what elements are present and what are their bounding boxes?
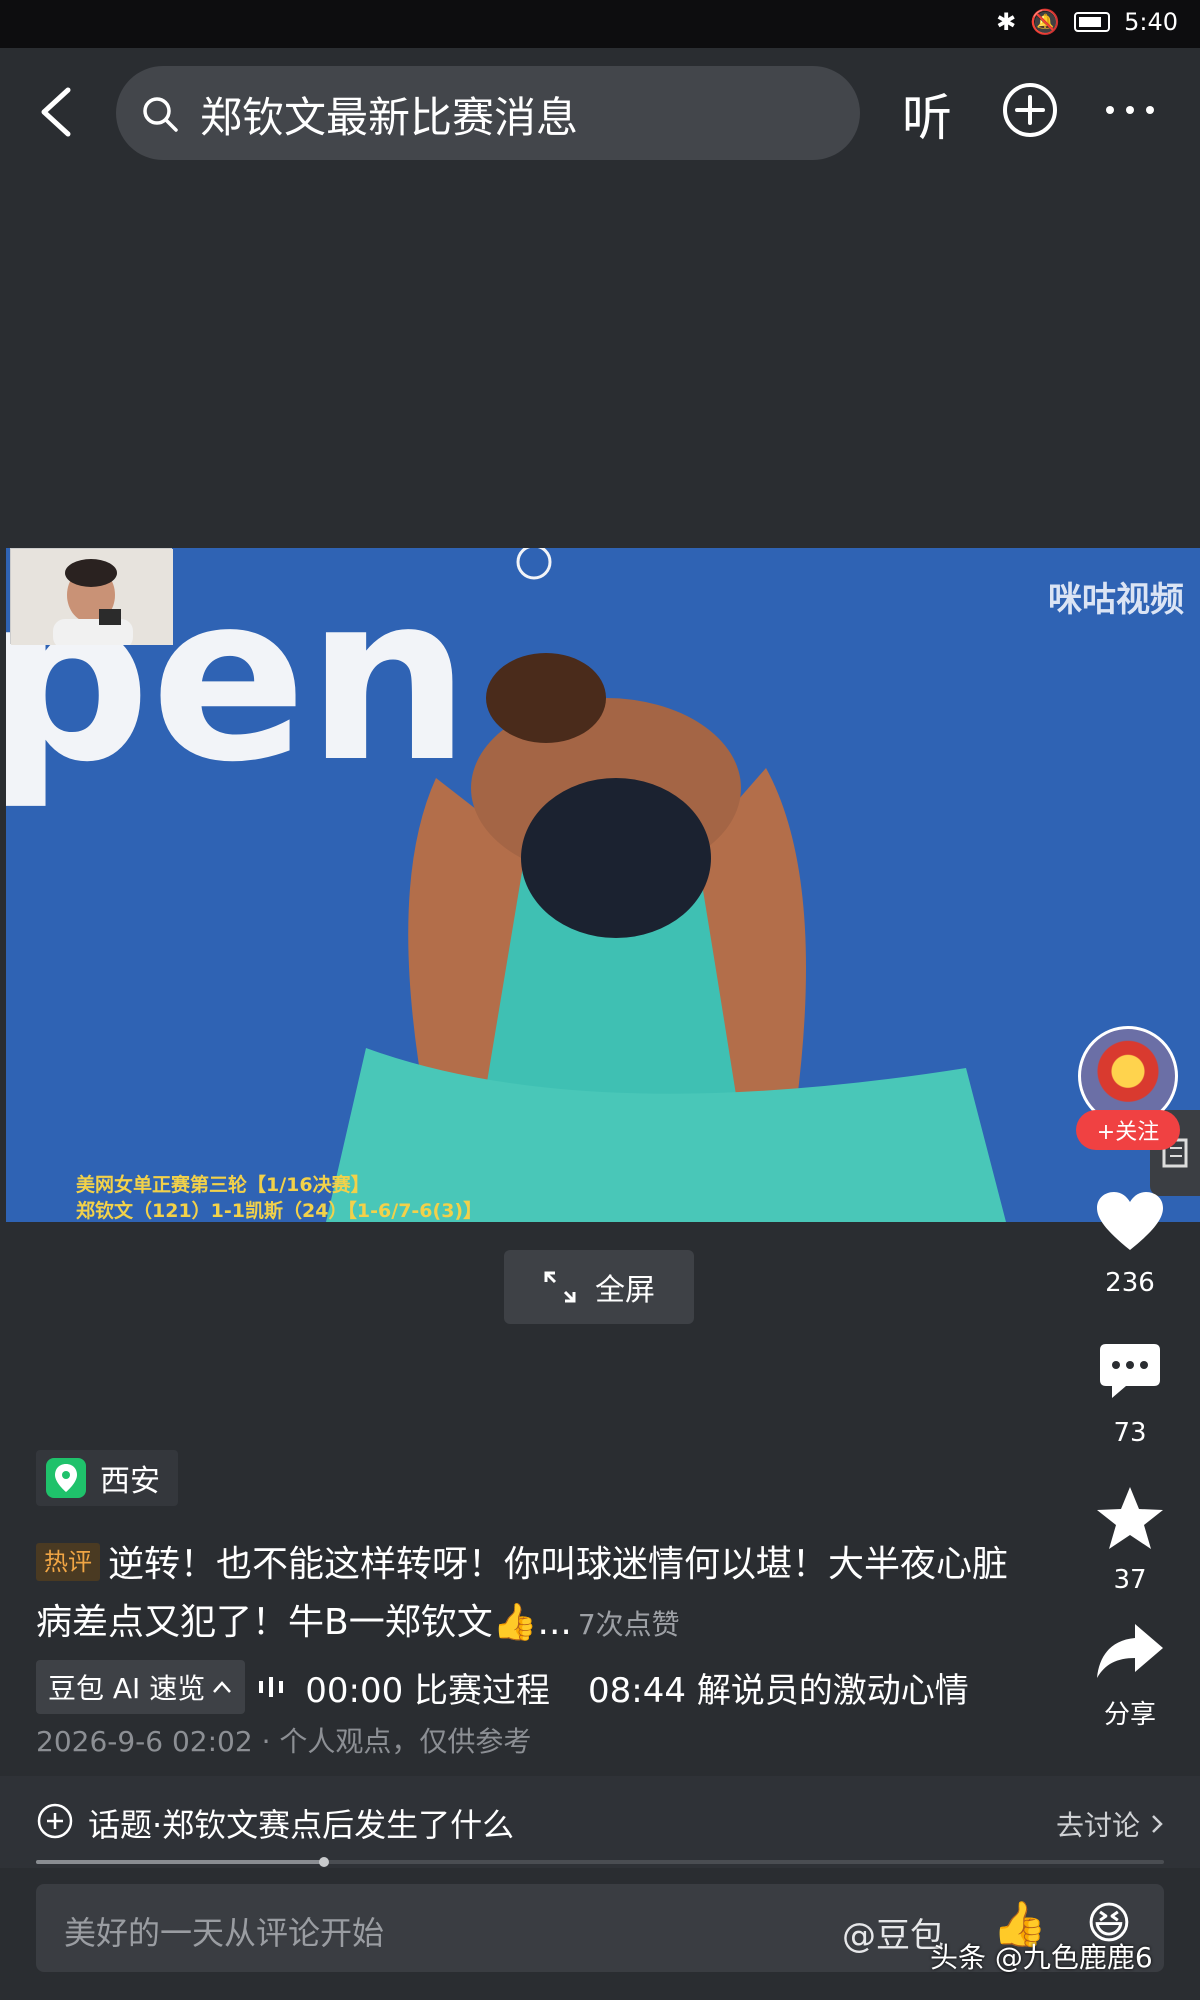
location-name: 西安 [100, 1464, 160, 1499]
top-bar: 郑钦文最新比赛消息 听 [0, 48, 1200, 176]
status-bar: ✱ 🔕 5:40 [0, 0, 1200, 48]
chevron-right-icon [1152, 1815, 1163, 1833]
status-icons: ✱ 🔕 5:40 [996, 8, 1178, 36]
ai-summary-toggle[interactable]: 豆包 AI 速览 [36, 1660, 246, 1714]
chevron-up-icon [213, 1681, 232, 1693]
ai-summary-row: 豆包 AI 速览 00:00 比赛过程 08:44 解说员的激动心情 [36, 1660, 1007, 1714]
hot-comment-tag: 热评 [36, 1543, 100, 1581]
video-watermark: 咪咕视频 [1048, 580, 1184, 620]
hot-comment[interactable]: 热评 逆转！也不能这样转呀！你叫球迷情何以堪！大半夜心脏病差点又犯了！牛B一郑钦文… [36, 1536, 1016, 1654]
location-tag[interactable]: 西安 [36, 1450, 178, 1506]
like-count: 236 [1105, 1268, 1155, 1298]
follow-button[interactable]: +关注 [1076, 1110, 1180, 1150]
share-icon [1097, 1624, 1163, 1678]
hot-comment-likes: 7次点赞 [577, 1608, 680, 1641]
discuss-link-label: 去讨论 [1055, 1809, 1140, 1842]
source-credit: 头条 @九色鹿鹿6 [930, 1941, 1153, 1974]
score-caption-line2: 郑钦文（121）1-1凯斯（24）【1-6/7-6(3)】 [76, 1200, 483, 1222]
status-time: 5:40 [1124, 8, 1178, 36]
comment-icon [1100, 1344, 1160, 1398]
fullscreen-button[interactable]: 全屏 [504, 1250, 694, 1324]
discuss-link[interactable]: 去讨论 [1056, 1804, 1164, 1844]
more-icon[interactable] [1102, 88, 1158, 132]
picture-in-picture [10, 548, 173, 649]
post-meta: 2026-9-6 02:02 · 个人观点，仅供参考 [36, 1725, 532, 1758]
search-query: 郑钦文最新比赛消息 [200, 93, 579, 142]
fullscreen-label: 全屏 [595, 1273, 655, 1308]
expand-icon [544, 1271, 576, 1303]
topic-bar[interactable]: 话题·郑钦文赛点后发生了什么 去讨论 [0, 1776, 1200, 1868]
topic-title: 话题·郑钦文赛点后发生了什么 [88, 1806, 515, 1844]
audio-wave-icon [259, 1677, 284, 1697]
progress-fill [36, 1860, 324, 1864]
share-button[interactable]: 分享 [1070, 1620, 1190, 1731]
chapter-2[interactable]: 08:44 解说员的激动心情 [588, 1663, 969, 1712]
video-player[interactable]: pen 咪咕视频 美网女单正赛第三轮【1/16决赛】 郑钦文（121）1-1凯斯… [6, 548, 1200, 1222]
battery-icon [1074, 12, 1111, 32]
playback-progress[interactable] [36, 1857, 1164, 1867]
mention-doubao-button[interactable]: @豆包 [842, 1908, 944, 1957]
search-icon [143, 97, 178, 132]
star-icon [1097, 1487, 1163, 1549]
ai-summary-label: 豆包 AI 速览 [48, 1672, 206, 1705]
topic-plus-icon [37, 1803, 73, 1839]
progress-handle[interactable] [318, 1857, 329, 1867]
comment-count: 73 [1113, 1418, 1147, 1448]
listen-button[interactable]: 听 [902, 78, 952, 150]
heart-icon [1097, 1192, 1163, 1250]
comment-placeholder: 美好的一天从评论开始 [64, 1914, 385, 1952]
back-icon[interactable] [30, 82, 90, 142]
bluetooth-icon: ✱ [996, 8, 1017, 36]
score-caption-line1: 美网女单正赛第三轮【1/16决赛】 [76, 1174, 370, 1196]
commentator-image [11, 549, 173, 649]
location-pin-icon [46, 1458, 86, 1498]
hot-comment-text: 逆转！也不能这样转呀！你叫球迷情何以堪！大半夜心脏病差点又犯了！牛B一郑钦文👍.… [36, 1544, 1009, 1643]
add-icon[interactable] [1000, 80, 1060, 140]
favorite-button[interactable]: 37 [1070, 1485, 1190, 1595]
video-frame: pen [6, 548, 1200, 1222]
like-button[interactable]: 236 [1070, 1190, 1190, 1298]
chapter-1[interactable]: 00:00 比赛过程 [305, 1663, 550, 1712]
search-input[interactable]: 郑钦文最新比赛消息 [116, 66, 860, 160]
favorite-count: 37 [1113, 1565, 1147, 1595]
comment-button[interactable]: 73 [1070, 1340, 1190, 1448]
share-label: 分享 [1103, 1700, 1156, 1730]
mute-icon: 🔕 [1030, 8, 1061, 36]
